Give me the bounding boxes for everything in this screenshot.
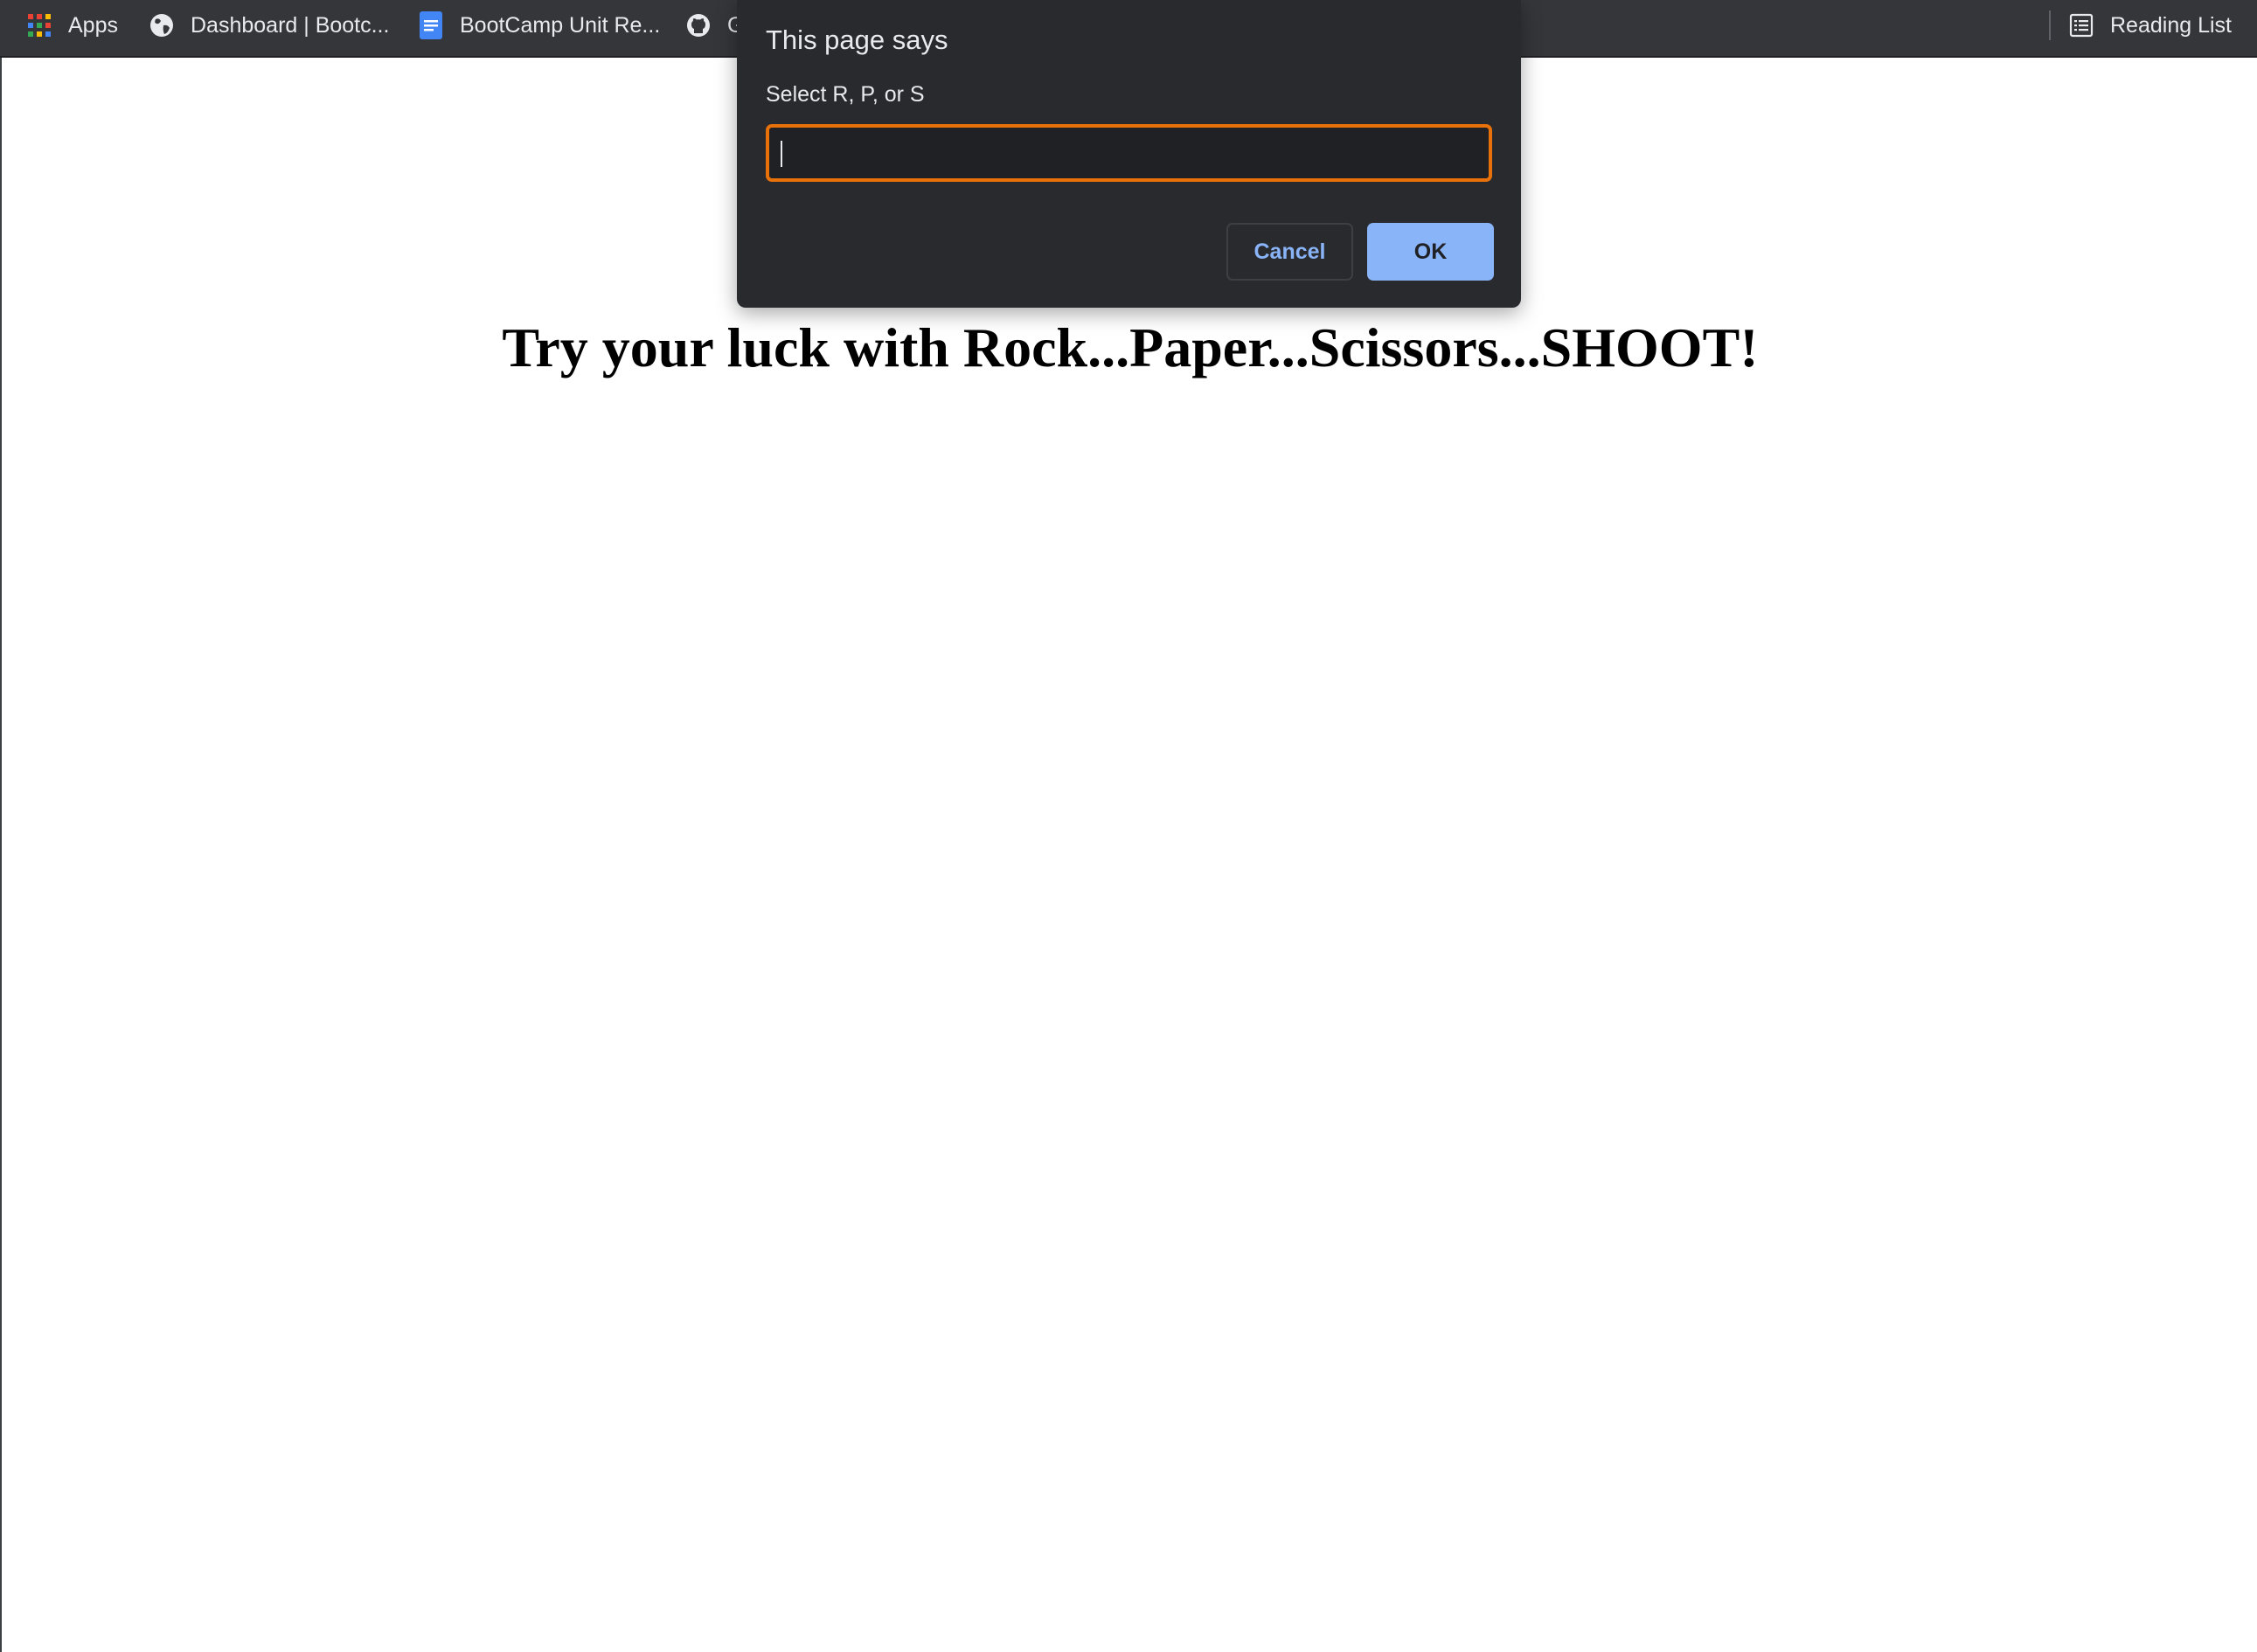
github-icon: [685, 12, 712, 38]
bookmark-dashboard[interactable]: Dashboard | Bootc...: [149, 0, 389, 51]
reading-list-button[interactable]: Reading List: [2068, 0, 2232, 51]
globe-icon: [149, 12, 175, 38]
reading-list-icon: [2068, 12, 2094, 38]
bookmark-apps[interactable]: Apps: [26, 0, 118, 51]
bookmark-github[interactable]: G: [685, 0, 738, 51]
apps-grid-icon: [26, 12, 52, 38]
bookmark-bootcamp-label: BootCamp Unit Re...: [460, 12, 661, 38]
prompt-input[interactable]: [766, 124, 1492, 182]
bookmark-bootcamp[interactable]: BootCamp Unit Re...: [418, 0, 660, 51]
dialog-title: This page says: [766, 24, 948, 55]
prompt-dialog: This page says Select R, P, or S Cancel …: [737, 0, 1521, 308]
dialog-message: Select R, P, or S: [766, 82, 925, 107]
bookmark-apps-label: Apps: [68, 12, 118, 38]
cancel-button[interactable]: Cancel: [1226, 223, 1353, 281]
ok-button[interactable]: OK: [1367, 223, 1494, 281]
reading-list-label: Reading List: [2110, 12, 2232, 38]
page-heading: Try your luck with Rock...Paper...Scisso…: [502, 316, 1759, 378]
bookmarks-divider: [2049, 10, 2051, 40]
google-docs-icon: [418, 11, 444, 39]
text-caret: [781, 141, 782, 167]
bookmark-dashboard-label: Dashboard | Bootc...: [191, 12, 390, 38]
